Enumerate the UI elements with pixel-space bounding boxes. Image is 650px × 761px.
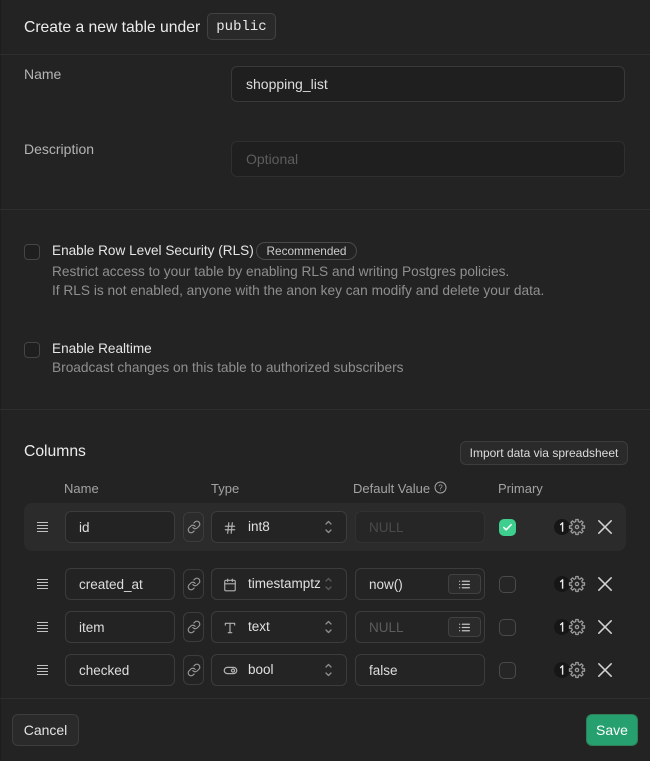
svg-text:?: ? (438, 483, 443, 492)
